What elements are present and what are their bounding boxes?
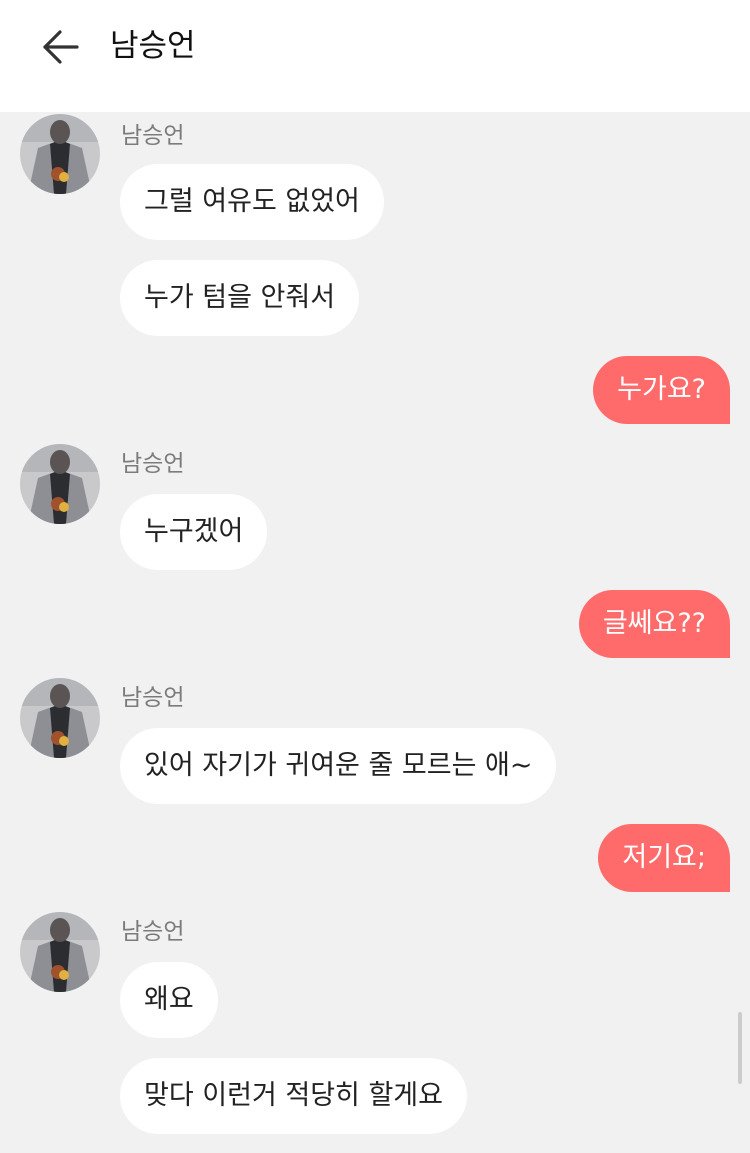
message-bubble-incoming[interactable]: 누구겠어 bbox=[120, 494, 268, 570]
message-bubble-outgoing[interactable]: 글쎄요?? bbox=[578, 590, 730, 658]
profile-photo bbox=[20, 912, 100, 992]
profile-photo bbox=[20, 114, 100, 194]
page-title: 남승언 bbox=[110, 28, 196, 64]
profile-photo bbox=[20, 678, 100, 758]
arrow-left-icon bbox=[43, 30, 79, 64]
sender-name: 남승언 bbox=[121, 685, 185, 711]
back-button[interactable] bbox=[36, 24, 86, 70]
message-bubble-incoming[interactable]: 맞다 이런거 적당히 할게요 bbox=[120, 1058, 467, 1134]
message-list[interactable]: 남승언 그럴 여유도 없었어 누가 텀을 안줘서 누가요? 남승언 누구겠어 글… bbox=[0, 112, 750, 1153]
message-bubble-incoming[interactable]: 왜요 bbox=[120, 962, 218, 1038]
sender-name: 남승언 bbox=[121, 919, 185, 945]
message-bubble-incoming[interactable]: 그럴 여유도 없었어 bbox=[120, 164, 384, 240]
avatar[interactable] bbox=[20, 678, 100, 758]
chat-header: 남승언 bbox=[0, 0, 750, 112]
message-bubble-outgoing[interactable]: 저기요; bbox=[598, 824, 730, 892]
avatar[interactable] bbox=[20, 444, 100, 524]
avatar[interactable] bbox=[20, 114, 100, 194]
profile-photo bbox=[20, 444, 100, 524]
scrollbar[interactable] bbox=[738, 1012, 742, 1084]
avatar[interactable] bbox=[20, 912, 100, 992]
message-bubble-incoming[interactable]: 있어 자기가 귀여운 줄 모르는 애~ bbox=[120, 728, 557, 804]
message-bubble-incoming[interactable]: 누가 텀을 안줘서 bbox=[120, 260, 360, 336]
message-bubble-outgoing[interactable]: 누가요? bbox=[593, 356, 730, 424]
sender-name: 남승언 bbox=[121, 123, 185, 149]
sender-name: 남승언 bbox=[121, 451, 185, 477]
